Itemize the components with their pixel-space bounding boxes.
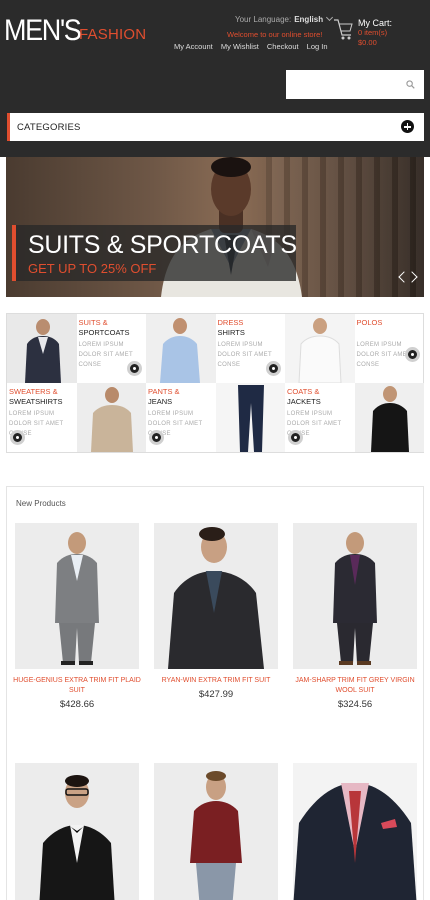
my-account-link[interactable]: My Account [174, 42, 213, 51]
product-image[interactable] [154, 763, 278, 900]
logo-main: MEN'S [4, 14, 82, 47]
product-image[interactable] [15, 763, 139, 900]
category-image-sweaters[interactable] [76, 383, 146, 452]
cart-total: $0.00 [358, 38, 377, 47]
language-switcher[interactable]: Your Language: English [235, 13, 334, 24]
banner-title: SUITS & SPORTCOATS [28, 231, 297, 259]
product-name[interactable]: JAM-SHARP TRIM FIT GREY VIRGIN WOOL SUIT [289, 676, 421, 696]
category-tile-polos[interactable]: POLOS LOREM IPSUM DOLOR SIT AMET CONSE [355, 314, 425, 383]
product-price: $428.66 [59, 699, 95, 710]
product-image[interactable] [293, 523, 417, 669]
login-link[interactable]: Log In [307, 42, 328, 51]
category-title: POLOS [356, 318, 383, 327]
section-heading: New Products [16, 499, 66, 508]
more-button[interactable] [149, 430, 164, 445]
my-wishlist-link[interactable]: My Wishlist [221, 42, 259, 51]
categories-label: CATEGORIES [17, 122, 81, 133]
search-input[interactable] [286, 70, 424, 99]
cart-icon[interactable] [333, 17, 353, 41]
cart-title: My Cart: [358, 18, 393, 28]
account-links: My Account My Wishlist Checkout Log In [174, 42, 334, 51]
checkout-link[interactable]: Checkout [267, 42, 299, 51]
banner-subtitle: GET UP TO 25% OFF [28, 261, 157, 276]
category-title: DRESS SHIRTS [217, 318, 245, 337]
category-image-coats[interactable] [354, 383, 424, 452]
product-price: $427.99 [198, 689, 234, 700]
product-image[interactable] [154, 523, 278, 669]
category-tile-pants[interactable]: PANTS & JEANS LOREM IPSUM DOLOR SIT AMET … [146, 383, 216, 452]
product-name[interactable]: RYAN-WIN EXTRA TRIM FIT SUIT [150, 676, 282, 686]
cart-summary[interactable]: My Cart: 0 item(s) $0.00 [358, 18, 392, 48]
logo-sub: FASHION [79, 26, 147, 43]
banner-caption: SUITS & SPORTCOATS GET UP TO 25% OFF [12, 225, 297, 281]
product-price: $324.56 [337, 699, 373, 710]
category-tile-coats[interactable]: COATS & JACKETS LOREM IPSUM DOLOR SIT AME… [285, 383, 355, 452]
category-image-polos[interactable] [285, 314, 355, 383]
cart-items: 0 item(s) [358, 28, 388, 37]
more-button[interactable] [288, 430, 303, 445]
welcome-message: Welcome to our online store! [227, 30, 323, 39]
categories-menu[interactable]: CATEGORIES [7, 113, 424, 141]
search-icon[interactable] [406, 80, 415, 89]
plus-circle-icon[interactable] [401, 120, 414, 133]
more-button[interactable] [265, 361, 281, 376]
category-image-pants[interactable] [215, 383, 285, 452]
site-logo[interactable]: MEN'S FASHION [4, 14, 146, 48]
more-button[interactable] [404, 347, 420, 362]
category-grid: SUITS & SPORTCOATS LOREM IPSUM DOLOR SIT … [6, 313, 424, 453]
category-title: SWEATERS & SWEATSHIRTS [9, 387, 63, 406]
hero-banner[interactable]: SUITS & SPORTCOATS GET UP TO 25% OFF [6, 157, 424, 297]
category-tile-sweaters[interactable]: SWEATERS & SWEATSHIRTS LOREM IPSUM DOLOR … [7, 383, 77, 452]
category-image-suits[interactable] [7, 314, 77, 383]
category-image-shirts[interactable] [146, 314, 216, 383]
category-title: SUITS & SPORTCOATS [78, 318, 130, 337]
product-image[interactable] [15, 523, 139, 669]
language-label: Your Language: [235, 15, 292, 24]
more-button[interactable] [10, 430, 25, 445]
more-button[interactable] [126, 361, 142, 376]
language-value: English [294, 15, 324, 24]
category-tile-suits[interactable]: SUITS & SPORTCOATS LOREM IPSUM DOLOR SIT … [77, 314, 147, 383]
new-products-section: New Products HUGE-GENIUS EXTRA TRIM FIT … [6, 486, 424, 900]
product-name[interactable]: HUGE-GENIUS EXTRA TRIM FIT PLAID SUIT [11, 676, 143, 696]
site-header: MEN'S FASHION Your Language: English Welc… [0, 0, 430, 157]
category-title: COATS & JACKETS [287, 387, 321, 406]
category-tile-shirts[interactable]: DRESS SHIRTS LOREM IPSUM DOLOR SIT AMET C… [216, 314, 286, 383]
category-title: PANTS & JEANS [148, 387, 180, 406]
product-image[interactable] [293, 763, 417, 900]
